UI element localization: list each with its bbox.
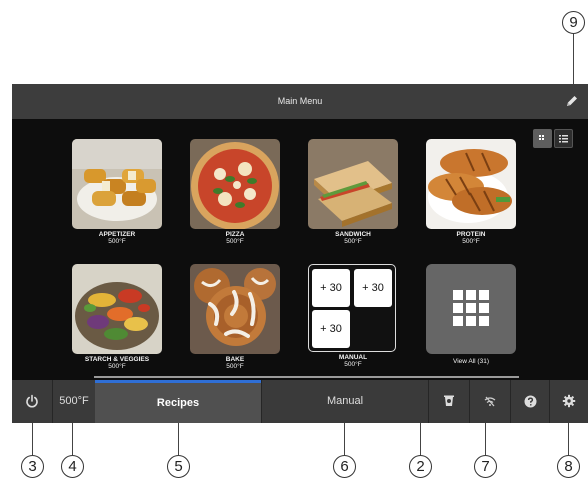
- leader-line-8: [568, 423, 570, 455]
- tile-temperature: 500°F: [108, 363, 126, 370]
- callout-4: 4: [61, 455, 84, 478]
- tab-recipes-label: Recipes: [156, 397, 200, 409]
- tile-temperature: 500°F: [226, 363, 244, 370]
- recipe-tile-appetizer[interactable]: APPETIZER 500°F: [72, 139, 162, 245]
- tile-temperature: 500°F: [226, 238, 244, 245]
- view-all-box: [426, 264, 516, 354]
- callout-8: 8: [557, 455, 580, 478]
- view-all-label: View All (31): [452, 358, 489, 365]
- recipe-tile-pizza[interactable]: PIZZA 500°F: [190, 139, 280, 245]
- tile-label: MANUAL: [338, 354, 368, 361]
- tile-temperature: 500°F: [108, 238, 126, 245]
- title-bar: Main Menu: [12, 84, 588, 119]
- grid-view-button[interactable]: [533, 129, 552, 148]
- help-icon: [524, 395, 536, 408]
- leader-line-3: [32, 423, 34, 455]
- appetizer-image: [72, 139, 162, 229]
- power-icon: [26, 394, 38, 408]
- pizza-image: [190, 139, 280, 229]
- app-grid-icon: [453, 290, 489, 326]
- sandwich-image: [308, 139, 398, 229]
- callout-7: 7: [474, 455, 497, 478]
- callout-9: 9: [562, 11, 585, 34]
- tile-label: SANDWICH: [335, 231, 371, 238]
- bottom-nav-bar: 500°F Recipes Manual: [12, 380, 588, 423]
- callout-6: 6: [333, 455, 356, 478]
- settings-icon: [562, 394, 576, 408]
- recipe-tile-bake[interactable]: BAKE 500°F: [190, 264, 280, 370]
- tile-temperature: 500°F: [344, 238, 362, 245]
- power-button[interactable]: [12, 380, 52, 423]
- tab-manual[interactable]: Manual: [262, 380, 428, 423]
- tab-manual-label: Manual: [326, 395, 364, 407]
- callout-3: 3: [21, 455, 44, 478]
- tab-recipes[interactable]: Recipes: [95, 380, 261, 423]
- bake-image: [190, 264, 280, 354]
- recipe-tile-protein[interactable]: PROTEIN 500°F: [426, 139, 516, 245]
- tile-temperature: 500°F: [344, 361, 362, 368]
- manual-presets-box: + 30 + 30 + 30: [308, 264, 396, 352]
- edit-button[interactable]: [562, 91, 582, 111]
- wifi-off-icon: [484, 396, 496, 407]
- temperature-display[interactable]: 500°F: [53, 380, 95, 423]
- protein-image: [426, 139, 516, 229]
- tile-temperature: 500°F: [462, 238, 480, 245]
- list-icon: [559, 135, 568, 143]
- list-view-button[interactable]: [554, 129, 573, 148]
- device-screen: Main Menu APPETIZER 500°F PIZZA 500°F SA…: [12, 84, 588, 423]
- leader-line-9: [573, 34, 575, 84]
- view-all-tile[interactable]: View All (31): [426, 264, 516, 365]
- add-30-button[interactable]: + 30: [312, 269, 350, 307]
- tile-label: APPETIZER: [98, 231, 136, 238]
- tile-label: PROTEIN: [456, 231, 486, 238]
- recipe-tile-starch-veggies[interactable]: STARCH & VEGGIES 500°F: [72, 264, 162, 370]
- page-title: Main Menu: [277, 96, 323, 106]
- wifi-button[interactable]: [470, 380, 510, 423]
- pencil-icon: [567, 96, 577, 106]
- starch-veggies-image: [72, 264, 162, 354]
- leader-line-6: [344, 423, 346, 455]
- grid-icon: [539, 135, 544, 140]
- tile-label: STARCH & VEGGIES: [84, 356, 150, 363]
- add-30-button[interactable]: + 30: [354, 269, 392, 307]
- recipe-tile-sandwich[interactable]: SANDWICH 500°F: [308, 139, 398, 245]
- callout-2: 2: [409, 455, 432, 478]
- tile-label: BAKE: [225, 356, 245, 363]
- leader-line-4: [72, 423, 74, 455]
- cleaning-icon: [444, 395, 454, 407]
- help-button[interactable]: [511, 380, 549, 423]
- leader-line-7: [485, 423, 487, 455]
- manual-tile[interactable]: + 30 + 30 + 30 MANUAL 500°F: [308, 264, 398, 368]
- settings-button[interactable]: [550, 380, 588, 423]
- leader-line-5: [178, 423, 180, 455]
- scroll-indicator[interactable]: [94, 376, 519, 378]
- callout-5: 5: [167, 455, 190, 478]
- tile-label: PIZZA: [225, 231, 245, 238]
- cleaning-button[interactable]: [429, 380, 469, 423]
- add-30-button[interactable]: + 30: [312, 310, 350, 348]
